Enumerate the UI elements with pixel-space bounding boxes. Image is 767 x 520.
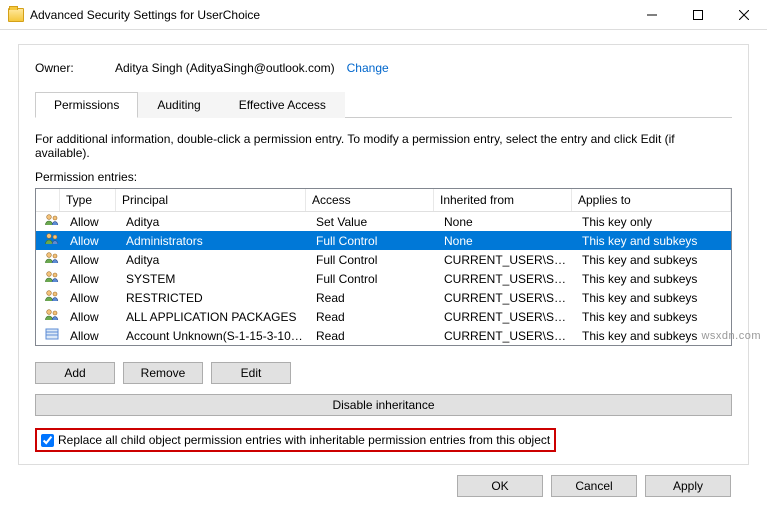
col-inherited[interactable]: Inherited from — [434, 189, 572, 211]
table-row[interactable]: AllowALL APPLICATION PACKAGESReadCURRENT… — [36, 307, 731, 326]
change-owner-link[interactable]: Change — [347, 61, 389, 75]
table-row[interactable]: AllowAdityaFull ControlCURRENT_USER\Soft… — [36, 250, 731, 269]
tab-effective-access[interactable]: Effective Access — [220, 92, 345, 118]
cell-inherited: None — [438, 234, 576, 248]
apply-button[interactable]: Apply — [645, 475, 731, 497]
main-frame: Owner: Aditya Singh (AdityaSingh@outlook… — [18, 44, 749, 465]
cell-principal: Administrators — [120, 234, 310, 248]
tab-auditing[interactable]: Auditing — [138, 92, 219, 118]
table-header: Type Principal Access Inherited from App… — [36, 189, 731, 212]
cell-access: Full Control — [310, 272, 438, 286]
table-row[interactable]: AllowAdityaSet ValueNoneThis key only — [36, 212, 731, 231]
add-button[interactable]: Add — [35, 362, 115, 384]
ok-button[interactable]: OK — [457, 475, 543, 497]
cell-inherited: CURRENT_USER\Soft... — [438, 253, 576, 267]
cell-type: Allow — [64, 329, 120, 343]
cell-applies: This key and subkeys — [576, 272, 731, 286]
maximize-button[interactable] — [675, 0, 721, 29]
people-icon — [40, 288, 64, 307]
cell-applies: This key and subkeys — [576, 291, 731, 305]
cell-type: Allow — [64, 272, 120, 286]
info-text: For additional information, double-click… — [35, 132, 732, 160]
cell-inherited: CURRENT_USER\Soft... — [438, 329, 576, 343]
col-type[interactable]: Type — [60, 189, 116, 211]
cell-access: Full Control — [310, 234, 438, 248]
owner-label: Owner: — [35, 61, 115, 75]
cell-principal: Aditya — [120, 253, 310, 267]
close-button[interactable] — [721, 0, 767, 29]
window-title: Advanced Security Settings for UserChoic… — [30, 8, 629, 22]
cell-type: Allow — [64, 310, 120, 324]
edit-button[interactable]: Edit — [211, 362, 291, 384]
cell-principal: RESTRICTED — [120, 291, 310, 305]
col-principal[interactable]: Principal — [116, 189, 306, 211]
replace-children-row[interactable]: Replace all child object permission entr… — [35, 428, 556, 452]
cell-access: Full Control — [310, 253, 438, 267]
cell-inherited: CURRENT_USER\Soft... — [438, 272, 576, 286]
replace-children-label: Replace all child object permission entr… — [58, 433, 550, 447]
cell-applies: This key and subkeys — [576, 310, 731, 324]
tab-permissions[interactable]: Permissions — [35, 92, 138, 118]
table-row[interactable]: AllowAdministratorsFull ControlNoneThis … — [36, 231, 731, 250]
cell-applies: This key and subkeys — [576, 234, 731, 248]
cell-type: Allow — [64, 234, 120, 248]
watermark: wsxdn.com — [701, 330, 761, 342]
tabs: Permissions Auditing Effective Access — [35, 91, 732, 118]
cell-type: Allow — [64, 215, 120, 229]
cell-inherited: CURRENT_USER\Soft... — [438, 291, 576, 305]
cell-principal: SYSTEM — [120, 272, 310, 286]
table-row[interactable]: AllowRESTRICTEDReadCURRENT_USER\Soft...T… — [36, 288, 731, 307]
titlebar: Advanced Security Settings for UserChoic… — [0, 0, 767, 30]
cell-access: Read — [310, 291, 438, 305]
people-icon — [40, 250, 64, 269]
cell-access: Set Value — [310, 215, 438, 229]
cell-principal: ALL APPLICATION PACKAGES — [120, 310, 310, 324]
cell-access: Read — [310, 310, 438, 324]
owner-value: Aditya Singh (AdityaSingh@outlook.com) — [115, 61, 335, 75]
cell-type: Allow — [64, 291, 120, 305]
minimize-button[interactable] — [629, 0, 675, 29]
col-access[interactable]: Access — [306, 189, 434, 211]
remove-button[interactable]: Remove — [123, 362, 203, 384]
window-buttons — [629, 0, 767, 29]
people-icon — [40, 307, 64, 326]
cell-applies: This key and subkeys — [576, 253, 731, 267]
cell-type: Allow — [64, 253, 120, 267]
cell-principal: Aditya — [120, 215, 310, 229]
entries-label: Permission entries: — [35, 170, 732, 184]
cancel-button[interactable]: Cancel — [551, 475, 637, 497]
cell-inherited: None — [438, 215, 576, 229]
permission-table: Type Principal Access Inherited from App… — [35, 188, 732, 346]
table-row[interactable]: AllowAccount Unknown(S-1-15-3-102...Read… — [36, 326, 731, 345]
table-row[interactable]: AllowSYSTEMFull ControlCURRENT_USER\Soft… — [36, 269, 731, 288]
people-icon — [40, 212, 64, 231]
people-icon — [40, 231, 64, 250]
cell-principal: Account Unknown(S-1-15-3-102... — [120, 329, 310, 343]
folder-icon — [8, 8, 24, 22]
replace-children-checkbox[interactable] — [41, 434, 54, 447]
cell-applies: This key only — [576, 215, 731, 229]
cell-access: Read — [310, 329, 438, 343]
col-applies[interactable]: Applies to — [572, 189, 731, 211]
disable-inheritance-button[interactable]: Disable inheritance — [35, 394, 732, 416]
box-icon — [40, 326, 64, 345]
cell-inherited: CURRENT_USER\Soft... — [438, 310, 576, 324]
people-icon — [40, 269, 64, 288]
